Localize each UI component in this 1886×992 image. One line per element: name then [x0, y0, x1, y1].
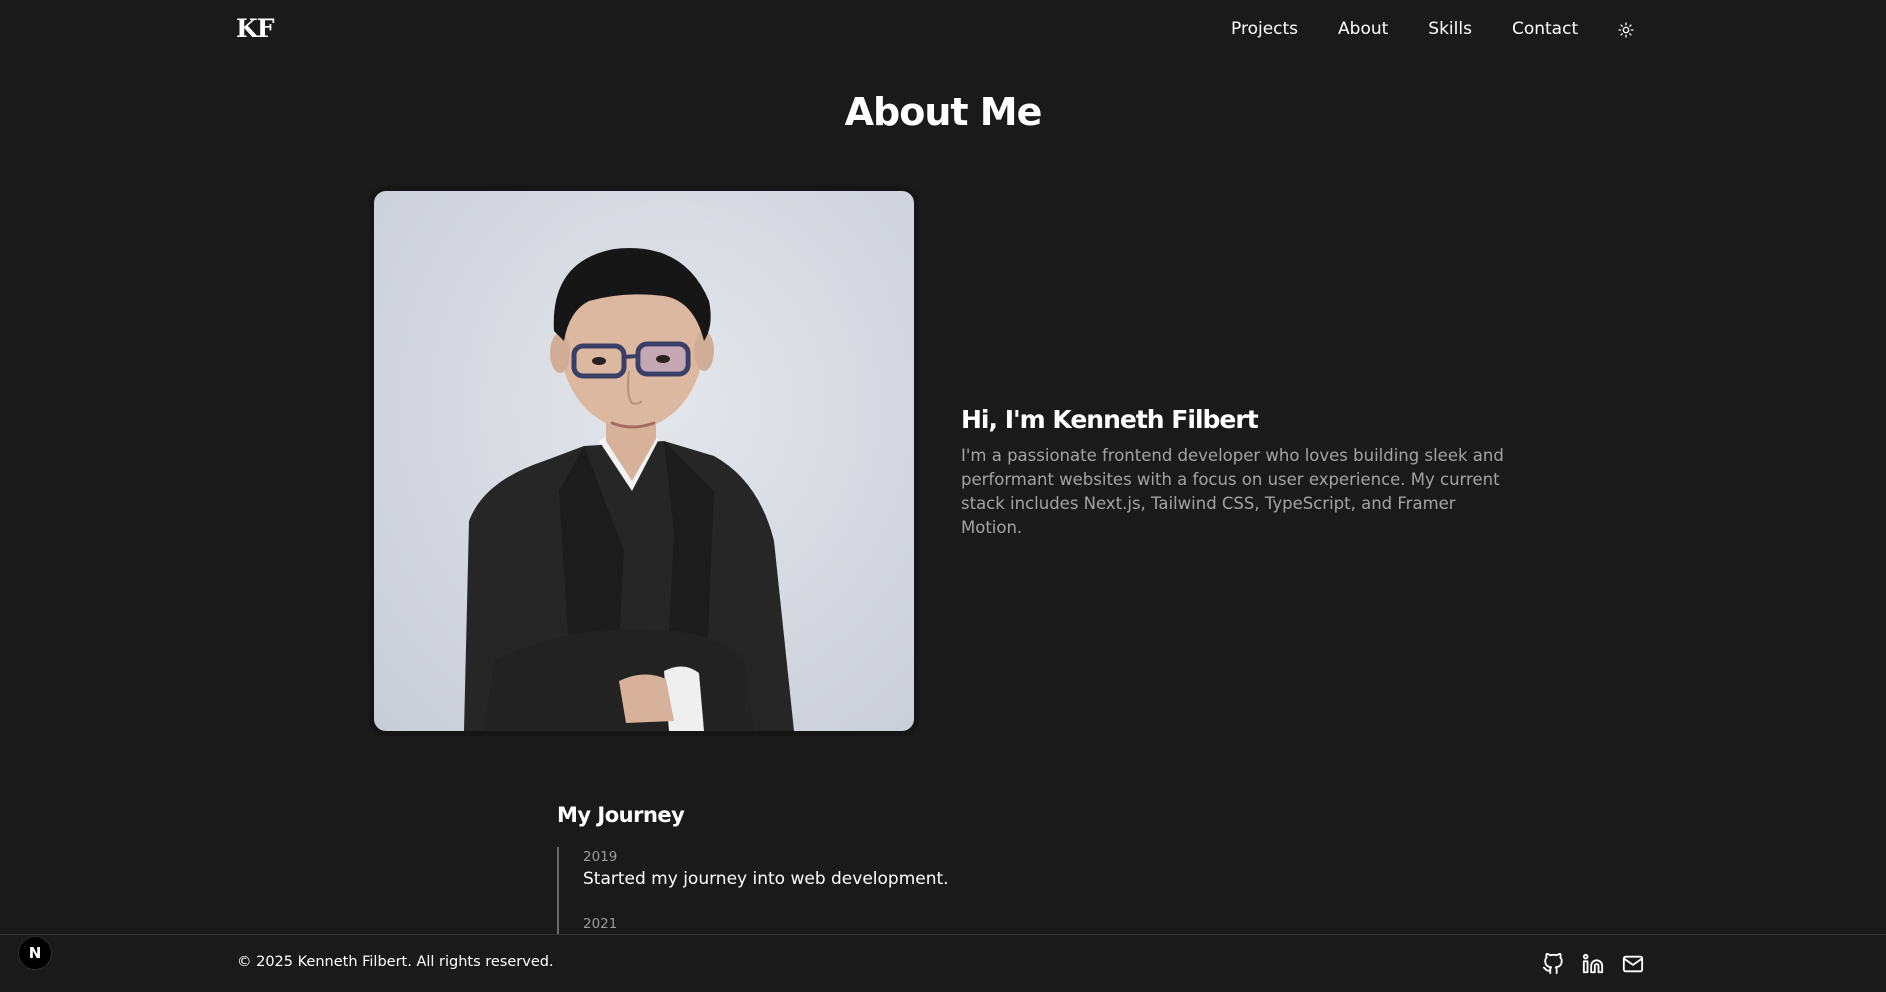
nav-link-skills[interactable]: Skills [1428, 19, 1472, 39]
journey-title: My Journey [557, 803, 685, 827]
timeline-year: 2021 [583, 916, 618, 932]
timeline-item: 2021 [559, 914, 1157, 934]
page-title: About Me [844, 90, 1043, 134]
site-header: KF Projects About Skills Contact [0, 0, 1886, 62]
intro-heading: Hi, I'm Kenneth Filbert [961, 405, 1259, 434]
site-logo[interactable]: KF [236, 14, 274, 43]
site-footer: © 2025 Kenneth Filbert. All rights reser… [0, 934, 1886, 992]
copyright-text: © 2025 Kenneth Filbert. All rights reser… [237, 954, 554, 970]
mail-icon [1622, 955, 1644, 973]
social-links [1540, 951, 1646, 977]
dev-tools-badge[interactable]: N [18, 936, 52, 970]
github-link[interactable] [1540, 951, 1566, 977]
timeline-text: Started my journey into web development. [583, 869, 949, 889]
github-icon [1542, 953, 1563, 975]
sun-icon [1618, 22, 1634, 38]
nav-link-contact[interactable]: Contact [1512, 19, 1578, 39]
theme-toggle-button[interactable] [1616, 20, 1636, 40]
profile-photo-illustration [464, 248, 794, 731]
page: KF Projects About Skills Contact About M… [0, 0, 1886, 992]
profile-photo [374, 191, 914, 731]
linkedin-link[interactable] [1580, 951, 1606, 977]
main-nav: Projects About Skills Contact [1231, 19, 1618, 39]
nav-link-about[interactable]: About [1338, 19, 1388, 39]
timeline-year: 2019 [583, 849, 618, 865]
intro-bio: I'm a passionate frontend developer who … [961, 446, 1504, 537]
journey-timeline: 2019 Started my journey into web develop… [557, 847, 1157, 935]
nav-link-projects[interactable]: Projects [1231, 19, 1298, 39]
email-link[interactable] [1620, 951, 1646, 977]
timeline-item: 2019 Started my journey into web develop… [559, 847, 1157, 891]
linkedin-icon [1582, 953, 1604, 974]
